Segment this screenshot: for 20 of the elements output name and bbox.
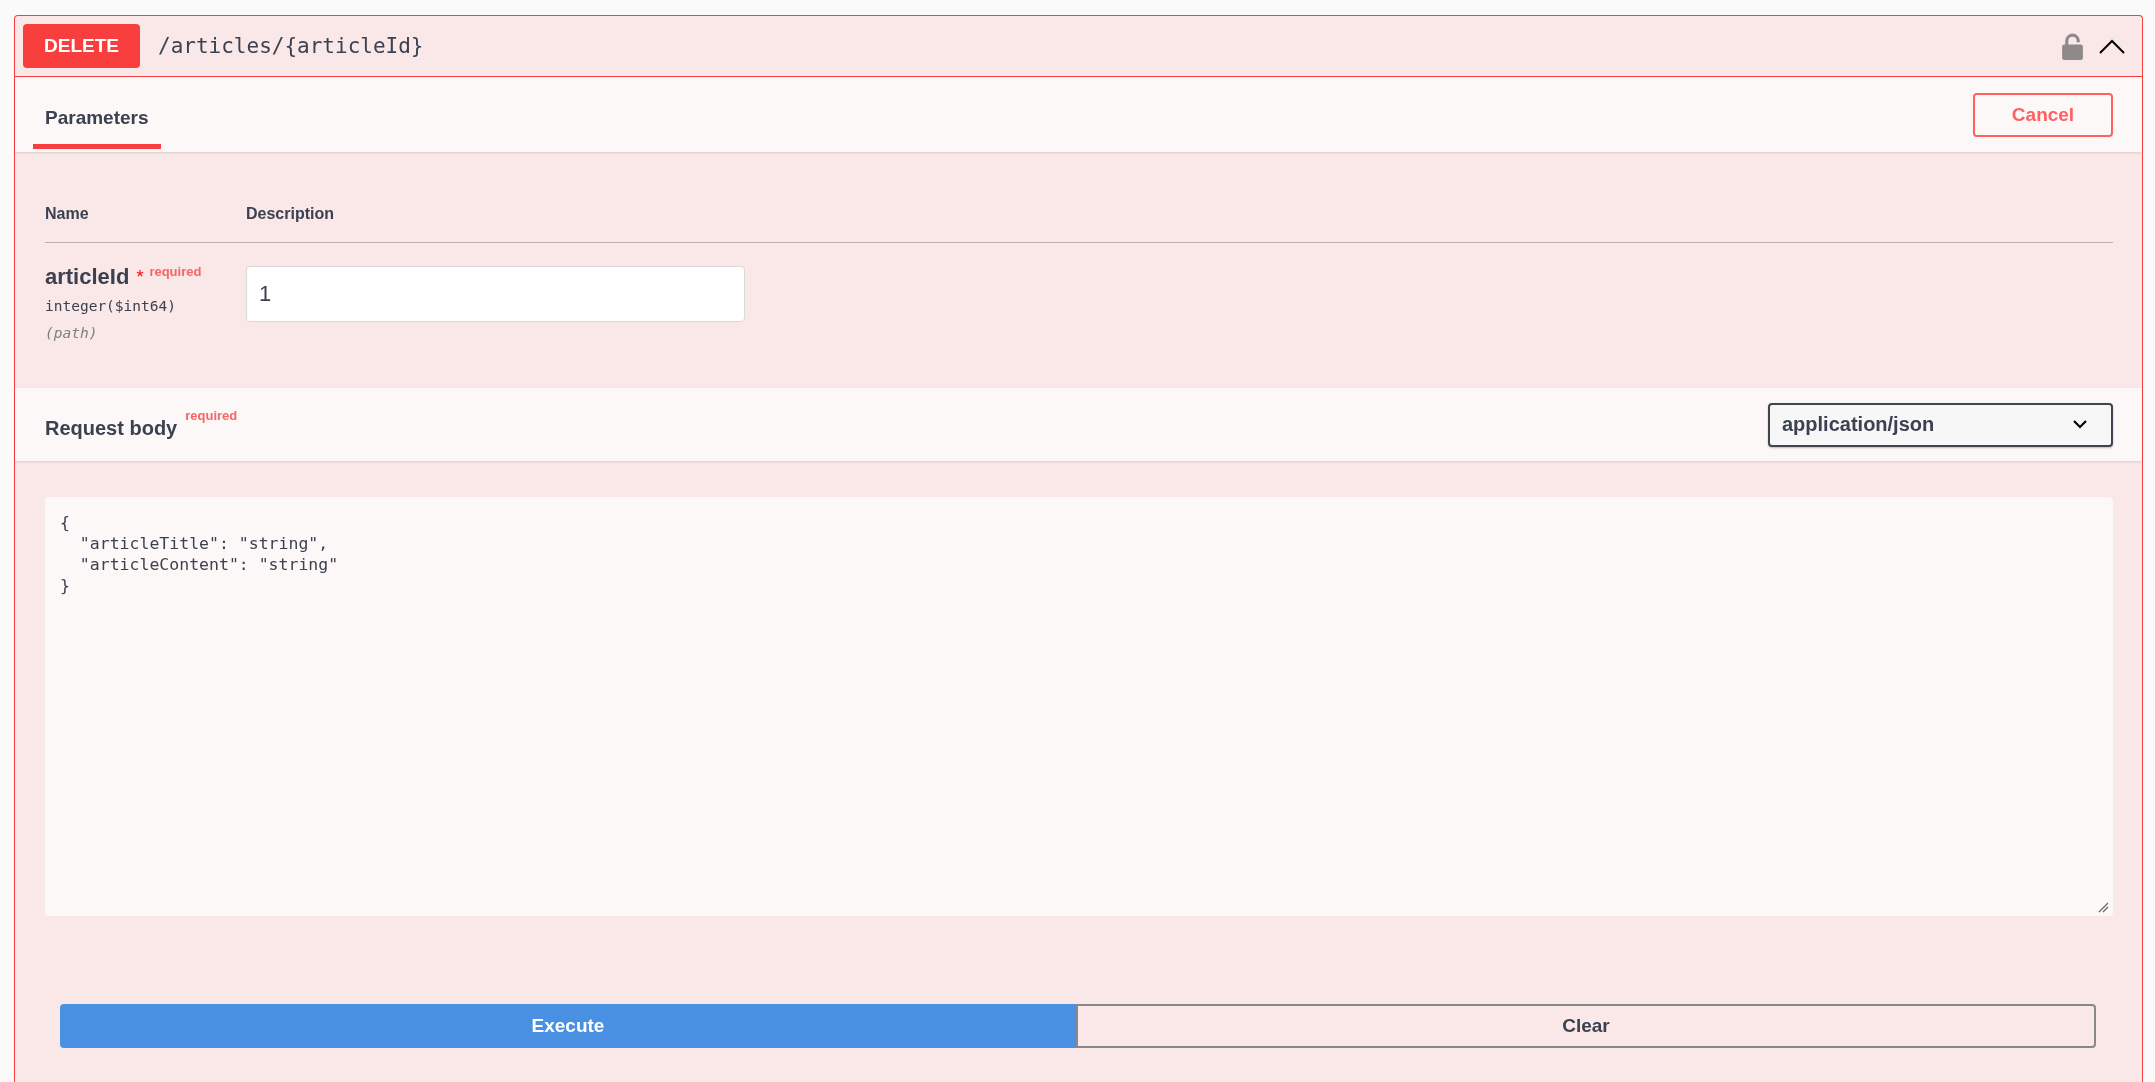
parameter-type: integer($int64) [45,297,177,316]
chevron-up-icon[interactable] [2099,38,2125,54]
clear-button[interactable]: Clear [1076,1004,2096,1048]
parameter-input[interactable]: 1 [246,266,745,322]
padlock-icon[interactable] [2062,32,2083,60]
resize-grip-icon[interactable] [2098,902,2109,913]
parameter-name: articleId [45,263,130,291]
column-header: Name [45,204,90,224]
method-badge: DELETE [23,24,140,68]
column-header: Description [246,204,334,224]
required-label: required [149,263,202,281]
request-body-editor[interactable]: { "articleTitle": "string", "articleContent": "string" } [45,497,2113,916]
chevron-down-icon [2073,420,2087,429]
content-type-select[interactable]: application/json [1768,402,2113,447]
required-asterisk: * [136,266,144,289]
request-body-title: Request body [45,416,178,441]
endpoint-path: /articles/{articleId} [158,34,424,58]
required-label: required [185,408,238,424]
parameters-tab[interactable]: Parameters [33,106,161,149]
parameter-location: (path) [45,324,99,343]
